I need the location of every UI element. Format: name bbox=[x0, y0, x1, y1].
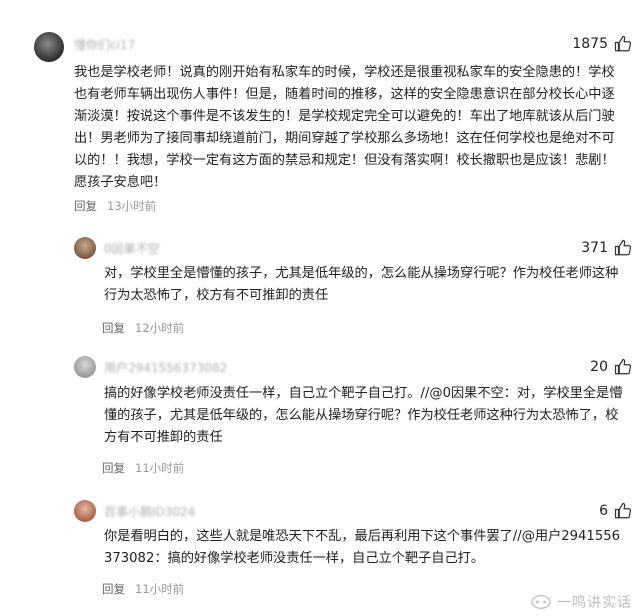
comment-1: 懂你们ci17 1875 我也是学校老师！说真的刚开始有私家车的时候，学校还是很… bbox=[0, 0, 640, 225]
comment-2: 0因果不空 371 对，学校里全是懵懂的孩子，尤其是低年级的，怎么能从操场穿行呢… bbox=[0, 225, 640, 340]
watermark-text: 一鸣讲实话 bbox=[557, 595, 632, 611]
avatar[interactable] bbox=[34, 32, 64, 62]
username[interactable]: 懂你们ci17 bbox=[74, 36, 135, 53]
username[interactable]: 百事小鹅ID3024 bbox=[104, 503, 195, 520]
timestamp: 13小时前 bbox=[107, 199, 157, 213]
thumbs-up-icon[interactable] bbox=[614, 358, 632, 376]
comment-meta: 回复 11小时前 bbox=[102, 581, 184, 597]
comment-meta: 回复 13小时前 bbox=[74, 198, 156, 214]
like-button[interactable]: 1875 bbox=[572, 35, 632, 53]
avatar[interactable] bbox=[74, 356, 96, 378]
thumbs-up-icon[interactable] bbox=[614, 502, 632, 520]
timestamp: 12小时前 bbox=[135, 321, 185, 335]
like-button[interactable]: 6 bbox=[599, 502, 632, 520]
comment-text: 你是看明白的，这些人就是唯恐天下不乱，最后再利用下这个事件罢了//@用户2941… bbox=[104, 529, 620, 566]
username[interactable]: 0因果不空 bbox=[104, 240, 160, 257]
thumbs-up-icon[interactable] bbox=[614, 239, 632, 257]
comment-text: 对，学校里全是懵懂的孩子，尤其是低年级的，怎么能从操场穿行呢？作为校任老师这种行… bbox=[104, 266, 619, 303]
reply-button[interactable]: 回复 bbox=[102, 320, 125, 336]
timestamp: 11小时前 bbox=[135, 461, 185, 475]
username[interactable]: 用户2941556373082 bbox=[104, 359, 227, 376]
thumbs-up-icon[interactable] bbox=[614, 35, 632, 53]
reply-button[interactable]: 回复 bbox=[102, 460, 125, 476]
comment-text: 搞的好像学校老师没责任一样，自己立个靶子自己打。//@0因果不空：对，学校里全是… bbox=[104, 386, 623, 445]
timestamp: 11小时前 bbox=[135, 582, 185, 596]
reply-button[interactable]: 回复 bbox=[102, 581, 125, 597]
avatar[interactable] bbox=[74, 237, 96, 259]
comment-meta: 回复 12小时前 bbox=[102, 320, 184, 336]
reply-button[interactable]: 回复 bbox=[74, 198, 97, 214]
like-button[interactable]: 20 bbox=[590, 358, 632, 376]
avatar[interactable] bbox=[74, 500, 96, 522]
like-count: 1875 bbox=[572, 36, 608, 52]
watermark: 一鸣讲实话 bbox=[530, 592, 632, 612]
comment-meta: 回复 11小时前 bbox=[102, 460, 184, 476]
comment-3: 用户2941556373082 20 搞的好像学校老师没责任一样，自己立个靶子自… bbox=[0, 340, 640, 487]
watermark-logo-icon bbox=[531, 594, 551, 610]
like-count: 371 bbox=[581, 240, 608, 256]
like-count: 6 bbox=[599, 503, 608, 519]
comment-text: 我也是学校老师！说真的刚开始有私家车的时候，学校还是很重视私家车的安全隐患的！学… bbox=[74, 65, 615, 190]
like-button[interactable]: 371 bbox=[581, 239, 632, 257]
like-count: 20 bbox=[590, 359, 608, 375]
